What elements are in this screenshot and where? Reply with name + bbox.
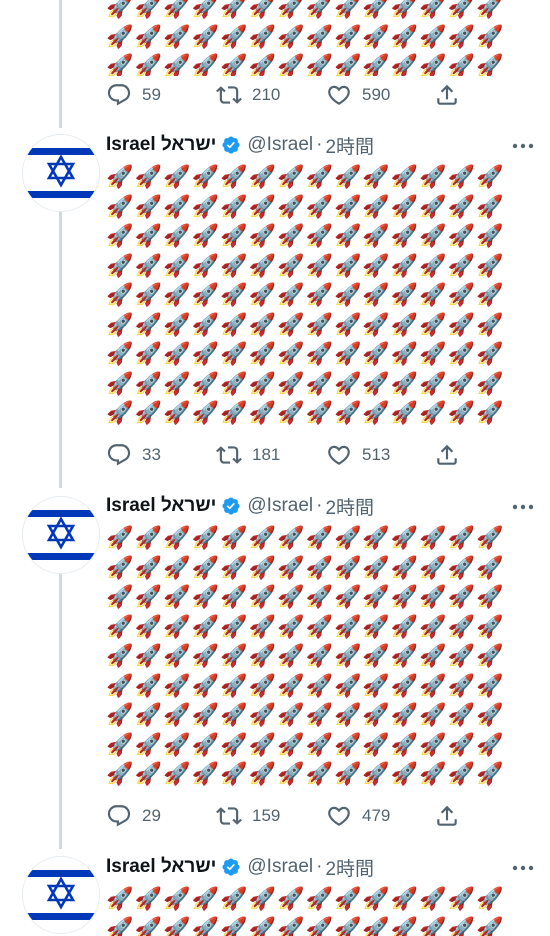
share-button[interactable] — [434, 801, 460, 831]
verified-badge-icon — [222, 136, 240, 154]
handle[interactable]: @Israel — [247, 134, 313, 156]
timestamp[interactable]: 2時間 — [325, 493, 374, 520]
display-name[interactable]: Israel ישראל — [106, 134, 216, 156]
avatar[interactable] — [22, 856, 100, 934]
more-dots-icon — [512, 504, 534, 510]
more-options-button[interactable] — [510, 136, 536, 156]
separator: · — [316, 134, 323, 155]
retweet-count: 181 — [252, 445, 281, 464]
separator: · — [316, 495, 323, 516]
star-of-david-icon — [23, 857, 99, 933]
tweet-body-text: 🚀🚀🚀🚀🚀🚀🚀🚀🚀🚀🚀🚀🚀🚀🚀🚀🚀🚀🚀🚀🚀🚀🚀🚀🚀🚀🚀🚀🚀🚀🚀🚀🚀🚀🚀🚀🚀🚀🚀🚀… — [106, 0, 505, 76]
verified-badge-icon — [222, 497, 240, 515]
share-button[interactable] — [434, 80, 460, 110]
tweet-body-text: 🚀🚀🚀🚀🚀🚀🚀🚀🚀🚀🚀🚀🚀🚀🚀🚀🚀🚀🚀🚀🚀🚀🚀🚀🚀🚀🚀🚀🚀🚀🚀🚀🚀🚀🚀🚀🚀🚀🚀🚀… — [106, 164, 505, 425]
retweet-icon — [216, 446, 242, 464]
heart-icon — [328, 445, 350, 465]
like-button[interactable]: 590 — [326, 80, 390, 110]
reply-button[interactable]: 59 — [106, 80, 161, 110]
separator: · — [316, 856, 323, 877]
handle[interactable]: @Israel — [247, 495, 313, 517]
tweet-actions: 29 159 479 — [106, 801, 466, 831]
heart-icon — [328, 806, 350, 826]
more-options-button[interactable] — [510, 497, 536, 517]
reply-button[interactable]: 33 — [106, 440, 161, 470]
tweet-header: Israel ישראל @Israel · 2時間 — [106, 132, 374, 158]
tweet-actions: 33 181 513 — [106, 440, 466, 470]
tweet-actions: 59 210 590 — [106, 80, 466, 110]
tweet[interactable]: Israel ישראל @Israel · 2時間 🚀🚀🚀🚀🚀🚀🚀🚀🚀🚀🚀🚀🚀… — [0, 128, 550, 490]
like-button[interactable]: 513 — [326, 440, 390, 470]
retweet-button[interactable]: 159 — [216, 801, 280, 831]
like-count: 479 — [362, 806, 391, 825]
retweet-count: 159 — [252, 806, 281, 825]
tweet-header: Israel ישראל @Israel · 2時間 — [106, 493, 374, 519]
handle[interactable]: @Israel — [247, 856, 313, 878]
like-count: 513 — [362, 445, 391, 464]
display-name[interactable]: Israel ישראל — [106, 495, 216, 517]
reply-icon — [107, 444, 131, 466]
retweet-count: 210 — [252, 85, 281, 104]
tweet-body: 🚀🚀🚀🚀🚀🚀🚀🚀🚀🚀🚀🚀🚀🚀🚀🚀🚀🚀🚀🚀🚀🚀🚀🚀🚀🚀🚀🚀🚀🚀🚀🚀🚀🚀🚀🚀🚀🚀🚀🚀… — [106, 0, 531, 76]
retweet-icon — [216, 807, 242, 825]
share-icon — [437, 444, 457, 465]
reply-count: 29 — [142, 806, 161, 825]
tweet-body-text: 🚀🚀🚀🚀🚀🚀🚀🚀🚀🚀🚀🚀🚀🚀🚀🚀🚀🚀🚀🚀🚀🚀🚀🚀🚀🚀🚀🚀🚀🚀🚀🚀🚀🚀🚀🚀🚀🚀🚀🚀… — [106, 525, 505, 786]
share-icon — [437, 84, 457, 105]
star-of-david-icon — [23, 497, 99, 573]
reply-count: 59 — [142, 85, 161, 104]
more-options-button[interactable] — [510, 858, 536, 878]
more-dots-icon — [512, 143, 534, 149]
display-name[interactable]: Israel ישראל — [106, 856, 216, 878]
retweet-icon — [216, 86, 242, 104]
star-of-david-icon — [23, 135, 99, 211]
reply-icon — [107, 84, 131, 106]
retweet-button[interactable]: 210 — [216, 80, 280, 110]
retweet-button[interactable]: 181 — [216, 440, 280, 470]
reply-icon — [107, 805, 131, 827]
heart-icon — [328, 85, 350, 105]
tweet-body: 🚀🚀🚀🚀🚀🚀🚀🚀🚀🚀🚀🚀🚀🚀🚀🚀🚀🚀🚀🚀🚀🚀🚀🚀🚀🚀🚀🚀 — [106, 884, 531, 936]
tweet-body: 🚀🚀🚀🚀🚀🚀🚀🚀🚀🚀🚀🚀🚀🚀🚀🚀🚀🚀🚀🚀🚀🚀🚀🚀🚀🚀🚀🚀🚀🚀🚀🚀🚀🚀🚀🚀🚀🚀🚀🚀… — [106, 162, 531, 430]
avatar[interactable] — [22, 496, 100, 574]
more-dots-icon — [512, 865, 534, 871]
reply-button[interactable]: 29 — [106, 801, 161, 831]
tweet[interactable]: 🚀🚀🚀🚀🚀🚀🚀🚀🚀🚀🚀🚀🚀🚀🚀🚀🚀🚀🚀🚀🚀🚀🚀🚀🚀🚀🚀🚀🚀🚀🚀🚀🚀🚀🚀🚀🚀🚀🚀🚀… — [0, 0, 550, 128]
tweet[interactable]: Israel ישראל @Israel · 2時間 🚀🚀🚀🚀🚀🚀🚀🚀🚀🚀🚀🚀🚀… — [0, 490, 550, 850]
tweet-header: Israel ישראל @Israel · 2時間 — [106, 854, 374, 880]
share-icon — [437, 805, 457, 826]
timestamp[interactable]: 2時間 — [325, 854, 374, 881]
like-button[interactable]: 479 — [326, 801, 390, 831]
timestamp[interactable]: 2時間 — [325, 132, 374, 159]
tweet-body-text: 🚀🚀🚀🚀🚀🚀🚀🚀🚀🚀🚀🚀🚀🚀🚀🚀🚀🚀🚀🚀🚀🚀🚀🚀🚀🚀🚀🚀 — [106, 886, 505, 936]
tweet[interactable]: Israel ישראל @Israel · 2時間 🚀🚀🚀🚀🚀🚀🚀🚀🚀🚀🚀🚀🚀… — [0, 850, 550, 936]
avatar[interactable] — [22, 134, 100, 212]
like-count: 590 — [362, 85, 391, 104]
share-button[interactable] — [434, 440, 460, 470]
tweet-body: 🚀🚀🚀🚀🚀🚀🚀🚀🚀🚀🚀🚀🚀🚀🚀🚀🚀🚀🚀🚀🚀🚀🚀🚀🚀🚀🚀🚀🚀🚀🚀🚀🚀🚀🚀🚀🚀🚀🚀🚀… — [106, 523, 531, 791]
verified-badge-icon — [222, 858, 240, 876]
reply-count: 33 — [142, 445, 161, 464]
